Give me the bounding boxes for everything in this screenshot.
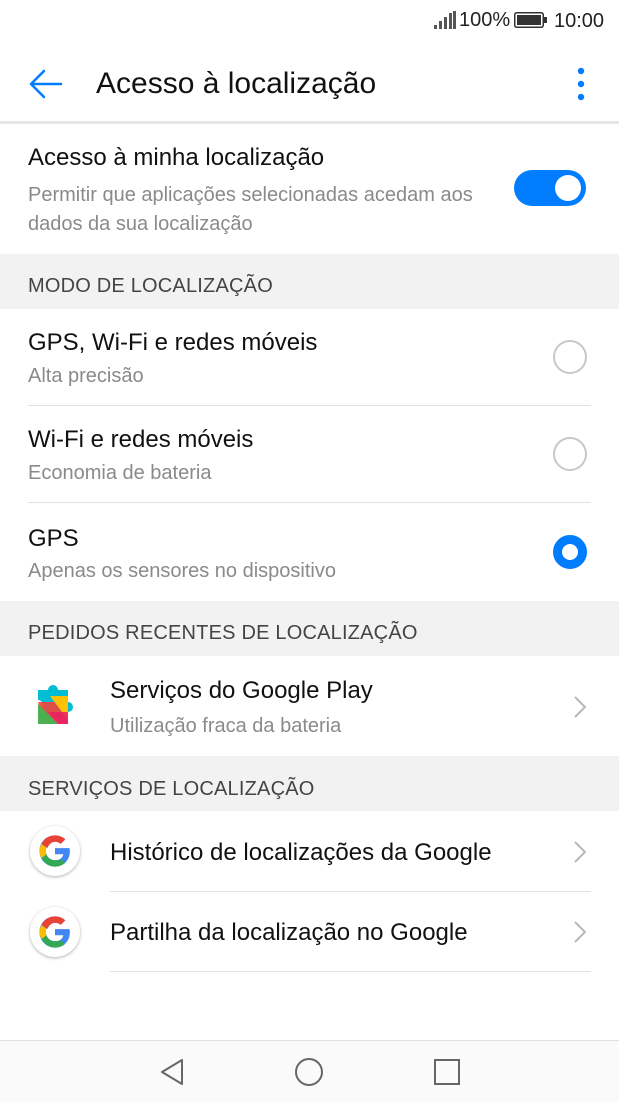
location-service-google-sharing[interactable]: Partilha da localização no Google <box>0 892 619 971</box>
radio-button-selected[interactable] <box>553 535 587 569</box>
service-title: Histórico de localizações da Google <box>110 839 492 866</box>
section-header-label: PEDIDOS RECENTES DE LOCALIZAÇÃO <box>28 622 418 644</box>
location-mode-option-battery-saving[interactable]: Wi-Fi e redes móveis Economia de bateria <box>0 406 619 503</box>
section-header-label: SERVIÇOS DE LOCALIZAÇÃO <box>28 778 315 800</box>
google-g-icon <box>39 916 70 948</box>
page-title: Acesso à localização <box>96 67 377 100</box>
option-subtitle: Alta precisão <box>28 365 144 387</box>
radio-button[interactable] <box>553 437 587 471</box>
chevron-right-icon <box>574 841 587 863</box>
option-title: GPS <box>28 525 79 552</box>
option-subtitle: Economia de bateria <box>28 462 212 484</box>
option-subtitle: Apenas os sensores no dispositivo <box>28 560 336 582</box>
google-g-icon <box>39 835 70 867</box>
section-header-location-mode: MODO DE LOCALIZAÇÃO <box>0 254 619 309</box>
home-circle-icon <box>295 1058 323 1086</box>
location-access-title: Acesso à minha localização <box>28 144 325 171</box>
location-mode-option-high-accuracy[interactable]: GPS, Wi-Fi e redes móveis Alta precisão <box>0 309 619 406</box>
chevron-right-icon <box>574 921 587 943</box>
back-button[interactable] <box>22 60 70 108</box>
battery-icon <box>514 12 547 28</box>
recents-square-icon <box>434 1059 460 1085</box>
arrow-back-icon <box>29 69 63 99</box>
app-bar: Acesso à localização <box>0 42 619 122</box>
back-triangle-icon <box>161 1059 183 1085</box>
status-bar: 100% 10:00 <box>0 0 619 42</box>
location-mode-option-device-only[interactable]: GPS Apenas os sensores no dispositivo <box>0 503 619 600</box>
nav-back-button[interactable] <box>155 1055 189 1089</box>
nav-home-button[interactable] <box>292 1055 326 1089</box>
section-header-label: MODO DE LOCALIZAÇÃO <box>28 275 273 297</box>
section-header-location-services: SERVIÇOS DE LOCALIZAÇÃO <box>0 756 619 811</box>
section-header-recent-requests: PEDIDOS RECENTES DE LOCALIZAÇÃO <box>0 601 619 656</box>
option-title: GPS, Wi-Fi e redes móveis <box>28 329 318 356</box>
battery-percent: 100% <box>459 9 511 31</box>
more-vert-icon <box>577 67 585 101</box>
nav-recents-button[interactable] <box>430 1055 464 1089</box>
location-service-google-history[interactable]: Histórico de localizações da Google <box>0 811 619 891</box>
google-play-services-icon <box>38 685 73 724</box>
chevron-right-icon <box>574 696 587 718</box>
google-icon <box>30 826 80 876</box>
radio-button[interactable] <box>553 340 587 374</box>
clock: 10:00 <box>554 10 605 32</box>
signal-icon <box>434 11 456 29</box>
service-title: Partilha da localização no Google <box>110 919 468 946</box>
app-title: Serviços do Google Play <box>110 677 373 704</box>
app-subtitle: Utilização fraca da bateria <box>110 715 342 737</box>
location-access-subtitle: Permitir que aplicações selecionadas ace… <box>28 184 473 235</box>
option-title: Wi-Fi e redes móveis <box>28 426 254 453</box>
google-icon <box>30 907 80 957</box>
row-divider <box>110 971 591 972</box>
location-access-toggle[interactable] <box>514 170 586 206</box>
recent-request-google-play-services[interactable]: Serviços do Google Play Utilização fraca… <box>0 656 619 756</box>
toggle-knob <box>555 175 581 201</box>
more-options-button[interactable] <box>564 60 598 108</box>
system-nav-bar <box>0 1040 619 1102</box>
location-access-row[interactable]: Acesso à minha localização Permitir que … <box>0 124 619 254</box>
